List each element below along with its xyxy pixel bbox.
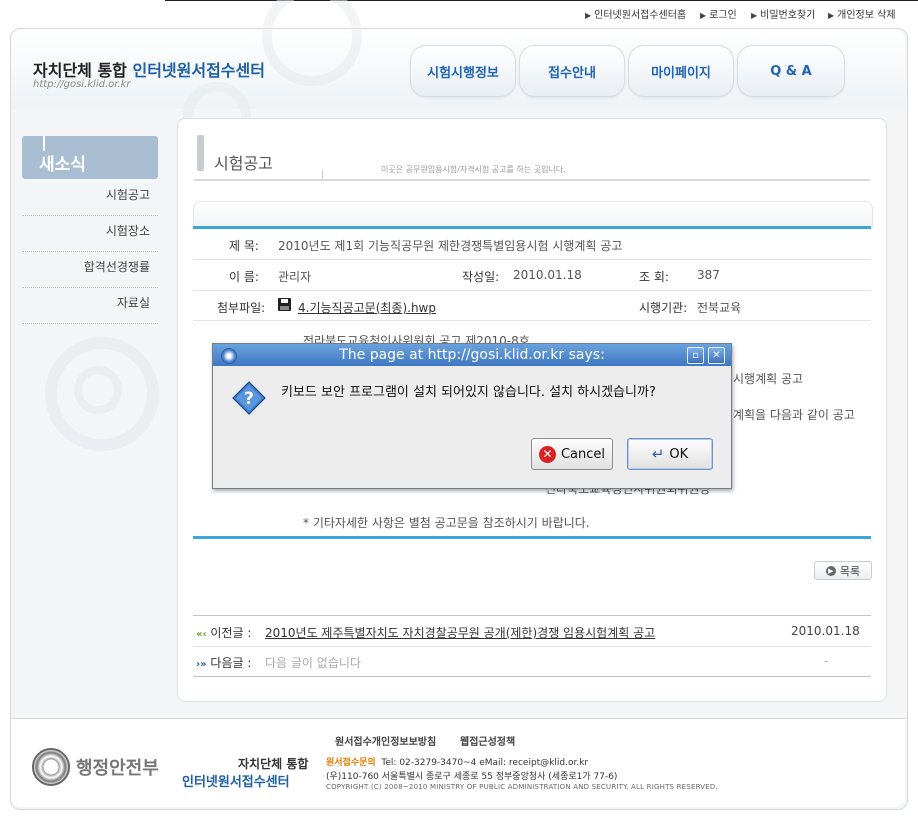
tab-qna[interactable]: Q & A xyxy=(737,45,845,97)
sidebar-item-pass-rate[interactable]: 합격선경쟁률 xyxy=(22,251,158,288)
util-link-delete-info[interactable]: ▶ 개인정보 삭제 xyxy=(828,6,896,21)
body-text-fragment: 시행계획 공고 xyxy=(733,372,804,386)
date-label: 작성일: xyxy=(462,270,500,284)
cancel-icon: ✕ xyxy=(538,445,556,463)
footer-copyright: COPYRIGHT (C) 2008~2010 MINISTRY OF PUBL… xyxy=(326,783,718,791)
page-description: 이곳은 공무원임용시험/자격시험 공고를 하는 곳입니다. xyxy=(381,165,566,174)
attachment-link[interactable]: 4.기능직공고문(최종).hwp xyxy=(298,299,436,316)
browser-app-icon xyxy=(221,348,237,364)
body-note: * 기타자세한 사항은 별첨 공고문을 참조하시기 바랍니다. xyxy=(303,516,590,530)
util-link-login[interactable]: ▶ 로그인 xyxy=(700,6,737,21)
enter-arrow-icon: ↵ xyxy=(651,445,665,463)
views-value: 387 xyxy=(697,268,720,282)
footer-brand-line1: 자치단체 통합 xyxy=(238,757,309,771)
site-logo[interactable]: 자치단체 통합 인터넷원서접수센터 xyxy=(33,57,265,81)
footer-contact: 원서접수문의 Tel: 02-3279-3470~4 eMail: receip… xyxy=(326,758,589,768)
svg-text:?: ? xyxy=(244,389,254,409)
alert-dialog: The page at http://gosi.klid.or.kr says:… xyxy=(212,343,732,489)
footer-brand-line2: 인터넷원서접수센터 xyxy=(182,775,290,790)
subject-label: 제 목: xyxy=(229,239,259,253)
util-link-home[interactable]: ▶ 인터넷원서접수센터홈 xyxy=(585,6,686,21)
dialog-titlebar[interactable]: The page at http://gosi.klid.or.kr says:… xyxy=(213,344,731,366)
ministry-logo[interactable]: 행정안전부 xyxy=(32,748,159,786)
row-divider xyxy=(193,290,871,291)
nav-divider xyxy=(193,646,871,647)
body-text-fragment: 계획을 다음과 같이 공고 xyxy=(733,408,855,422)
sidebar-item-exam-venue[interactable]: 시험장소 xyxy=(22,215,158,252)
sidebar-item-exam-notice[interactable]: 시험공고 xyxy=(22,179,158,216)
agency-value: 전북교육 xyxy=(697,301,742,315)
attachment-label: 첨부파일: xyxy=(217,301,266,315)
row-divider xyxy=(193,320,871,321)
double-chevron-left-icon: «‹ xyxy=(196,629,207,640)
footer-address: (우)110-760 서울특별시 종로구 세종로 55 정부중앙청사 (세종로1… xyxy=(326,772,618,782)
subject-value: 2010년도 제1회 기능직공무원 제한경쟁특별임용시험 시행계획 공고 xyxy=(278,239,623,253)
double-chevron-right-icon: ›» xyxy=(196,659,207,670)
name-value: 관리자 xyxy=(278,270,312,284)
title-accent xyxy=(197,135,204,171)
maximize-icon[interactable]: ▫ xyxy=(687,347,704,364)
dialog-message: 키보드 보안 프로그램이 설치 되어있지 않습니다. 설치 하시겠습니까? xyxy=(281,385,656,400)
nav-divider xyxy=(193,615,871,616)
tab-application-guide[interactable]: 접수안내 xyxy=(519,45,625,97)
ok-button[interactable]: ↵ OK xyxy=(627,438,713,470)
arrow-right-icon: ▶ xyxy=(825,565,836,576)
name-label: 이 름: xyxy=(229,270,259,284)
views-label: 조 회: xyxy=(639,270,669,284)
close-icon[interactable]: ✕ xyxy=(708,347,725,364)
site-url: http://gosi.klid.or.kr xyxy=(33,79,131,90)
decor-ring-icon xyxy=(74,366,122,414)
nav-divider xyxy=(193,676,871,677)
page-title: 시험공고 xyxy=(214,154,273,173)
title-underline xyxy=(194,179,870,181)
list-button[interactable]: ▶ 목록 xyxy=(814,561,872,580)
government-seal-icon xyxy=(32,748,70,786)
prev-post-link[interactable]: 2010년도 제주특별자치도 자치경찰공무원 공개(제한)경쟁 임용시험계획 공… xyxy=(265,624,655,641)
agency-label: 시행기관: xyxy=(639,301,688,315)
footer-link-privacy[interactable]: 원서접수개인정보보방침 xyxy=(335,733,436,748)
article-top-border xyxy=(193,226,871,229)
next-post-label: ›» 다음글 : xyxy=(196,656,252,670)
sidebar-item-archive[interactable]: 자료실 xyxy=(22,287,158,324)
floppy-disk-icon xyxy=(278,298,291,311)
article-bottom-border xyxy=(193,536,871,539)
util-link-find-password[interactable]: ▶ 비밀번호찾기 xyxy=(751,6,815,21)
date-value: 2010.01.18 xyxy=(513,268,582,282)
dialog-title: The page at http://gosi.klid.or.kr says: xyxy=(339,347,605,363)
article-header-box xyxy=(193,201,873,228)
sidebar-title: 새소식 xyxy=(22,136,158,179)
tab-my-page[interactable]: 마이페이지 xyxy=(628,45,734,97)
question-icon: ? xyxy=(232,381,266,415)
footer-link-accessibility[interactable]: 웹접근성정책 xyxy=(460,733,515,748)
next-post-empty: 다음 글이 없습니다 xyxy=(265,656,361,670)
next-post-date: - xyxy=(824,654,829,668)
prev-post-label: «‹ 이전글 : xyxy=(196,626,252,640)
row-divider xyxy=(193,259,871,260)
tab-exam-info[interactable]: 시험시행정보 xyxy=(410,45,516,97)
cancel-button[interactable]: ✕ Cancel xyxy=(531,438,613,470)
prev-post-date: 2010.01.18 xyxy=(791,624,860,638)
